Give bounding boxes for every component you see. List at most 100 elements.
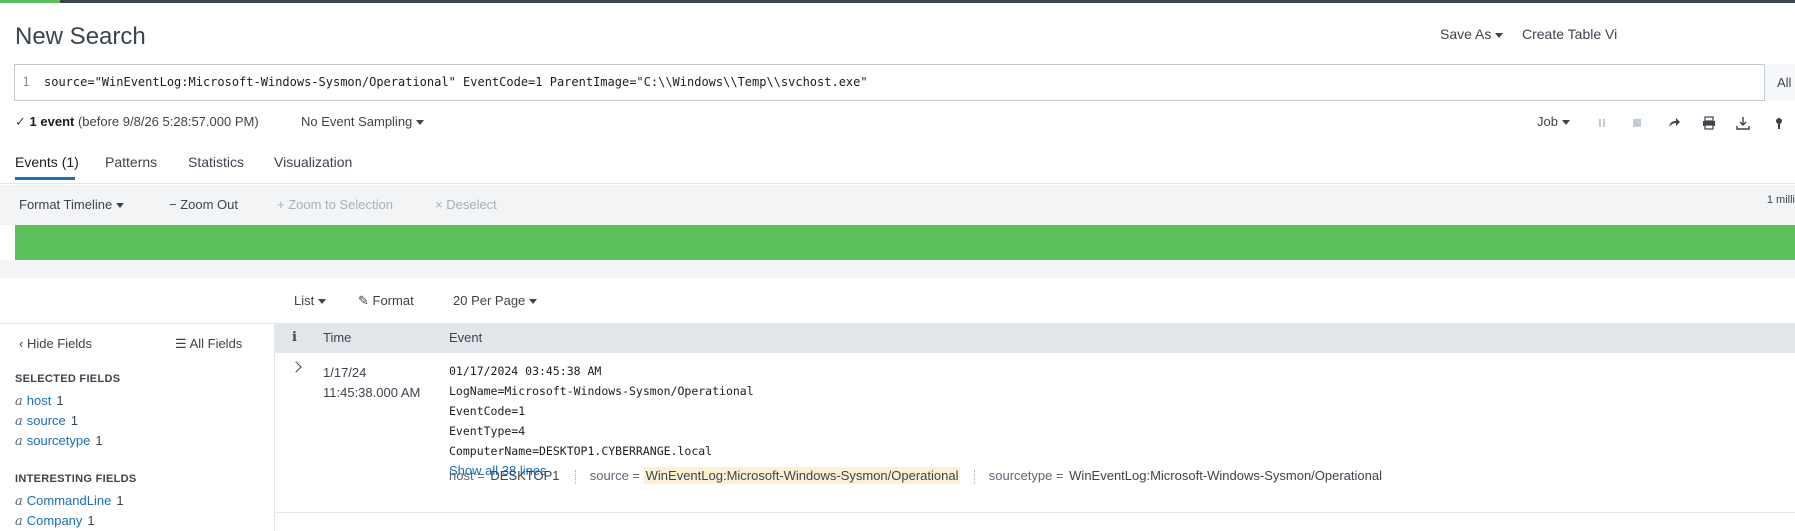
chevron-down-icon xyxy=(318,299,327,305)
stop-icon[interactable] xyxy=(1629,116,1645,130)
all-fields-label: All Fields xyxy=(189,336,243,351)
per-page-dropdown[interactable]: 20 Per Page xyxy=(453,293,538,308)
chevron-down-icon xyxy=(416,120,425,126)
per-page-label: 20 Per Page xyxy=(453,293,526,308)
tab-statistics[interactable]: Statistics xyxy=(188,154,244,170)
event-sampling-dropdown[interactable]: No Event Sampling xyxy=(301,114,425,129)
info-column-header: i xyxy=(292,330,297,345)
pencil-icon: ✎ xyxy=(358,293,373,308)
create-table-view-button[interactable]: Create Table Vi xyxy=(1522,26,1617,42)
smart-mode-icon[interactable] xyxy=(1771,116,1787,130)
event-time: 1/17/24 11:45:38.000 AM xyxy=(323,363,420,403)
timeline-toolbar: Format Timeline − Zoom Out + Zoom to Sel… xyxy=(0,185,1795,225)
sampling-label: No Event Sampling xyxy=(301,114,413,129)
event-line: EventCode=1 xyxy=(449,404,526,418)
event-count: 1 event xyxy=(29,114,75,129)
search-input[interactable]: source="WinEventLog:Microsoft-Windows-Sy… xyxy=(44,65,868,100)
deselect-label: Deselect xyxy=(446,197,497,212)
field-item[interactable]: a CommandLine 1 xyxy=(15,493,124,509)
time-column-header[interactable]: Time xyxy=(323,330,351,345)
field-count: 1 xyxy=(116,493,124,508)
field-name[interactable]: sourcetype xyxy=(27,433,91,448)
results-toolbar: List ✎ Format 20 Per Page xyxy=(0,278,1795,324)
all-fields-button[interactable]: ☰ All Fields xyxy=(175,336,242,352)
field-item[interactable]: a sourcetype 1 xyxy=(15,433,103,449)
tab-visualization[interactable]: Visualization xyxy=(274,154,352,170)
chevron-down-icon xyxy=(1495,32,1504,38)
time-range-picker[interactable]: All xyxy=(1764,64,1795,101)
tab-patterns[interactable]: Patterns xyxy=(105,154,157,170)
format-timeline-button[interactable]: Format Timeline xyxy=(19,197,125,212)
close-icon: × xyxy=(435,197,447,212)
event-clock: 11:45:38.000 AM xyxy=(323,385,421,400)
field-name[interactable]: CommandLine xyxy=(27,493,112,508)
host-value[interactable]: DESKTOP1 xyxy=(488,467,561,484)
hide-fields-label: Hide Fields xyxy=(26,336,92,351)
search-bar[interactable]: 1 source="WinEventLog:Microsoft-Windows-… xyxy=(14,64,1795,101)
field-name[interactable]: host xyxy=(27,393,52,408)
page-header: New Search Save As Create Table Vi xyxy=(0,3,1795,63)
source-key: source = xyxy=(589,468,641,483)
events-table: i Time Event 1/17/24 11:45:38.000 AM 01/… xyxy=(275,323,1795,531)
status-detail: (before 9/8/26 5:28:57.000 PM) xyxy=(77,114,259,129)
print-icon[interactable] xyxy=(1701,116,1717,130)
job-label: Job xyxy=(1537,114,1558,129)
list-view-dropdown[interactable]: List xyxy=(294,293,327,308)
zoom-to-selection-label: Zoom to Selection xyxy=(288,197,393,212)
source-value[interactable]: WinEventLog:Microsoft-Windows-Sysmon/Ope… xyxy=(643,467,961,484)
field-count: 1 xyxy=(87,513,95,528)
string-type-icon: a xyxy=(15,514,23,529)
list-label: List xyxy=(294,293,315,308)
field-name[interactable]: source xyxy=(27,413,66,428)
search-status: ✓ 1 event (before 9/8/26 5:28:57.000 PM) xyxy=(15,114,259,130)
deselect-button[interactable]: × Deselect xyxy=(435,197,497,212)
export-icon[interactable] xyxy=(1735,116,1751,130)
table-row: 1/17/24 11:45:38.000 AM 01/17/2024 03:45… xyxy=(275,353,1795,513)
host-key: host = xyxy=(449,468,485,483)
field-count: 1 xyxy=(95,433,103,448)
zoom-out-button[interactable]: − Zoom Out xyxy=(169,197,238,212)
string-type-icon: a xyxy=(15,494,23,509)
checkmark-icon: ✓ xyxy=(15,114,26,129)
timeline-axis xyxy=(0,260,1795,278)
field-count: 1 xyxy=(70,413,79,428)
page-title: New Search xyxy=(15,23,146,50)
field-item[interactable]: a host 1 xyxy=(15,393,64,409)
expand-row-icon[interactable] xyxy=(290,361,302,373)
chevron-down-icon xyxy=(529,299,538,305)
table-header: i Time Event xyxy=(275,323,1795,353)
event-fields: host = DESKTOP1 source = WinEventLog:Mic… xyxy=(449,467,1384,484)
field-item[interactable]: a source 1 xyxy=(15,413,78,429)
event-line: LogName=Microsoft-Windows-Sysmon/Operati… xyxy=(449,384,754,398)
hide-fields-button[interactable]: ‹ Hide Fields xyxy=(19,336,92,351)
job-menu[interactable]: Job xyxy=(1537,114,1570,129)
share-icon[interactable] xyxy=(1666,116,1682,130)
format-label: Format xyxy=(372,293,414,308)
active-tab-indicator xyxy=(15,177,75,180)
sourcetype-value[interactable]: WinEventLog:Microsoft-Windows-Sysmon/Ope… xyxy=(1067,467,1384,484)
chevron-down-icon xyxy=(116,203,125,209)
line-number: 1 xyxy=(22,75,30,89)
event-line: ComputerName=DESKTOP1.CYBERRANGE.local xyxy=(449,444,713,458)
divider xyxy=(575,469,577,484)
zoom-to-selection-button[interactable]: + Zoom to Selection xyxy=(277,197,393,212)
results-tabs: Events (1) Patterns Statistics Visualiza… xyxy=(0,144,1795,184)
list-icon: ☰ xyxy=(175,336,190,351)
chevron-down-icon xyxy=(1561,120,1570,126)
chevron-left-icon: ‹ xyxy=(19,336,27,351)
save-as-label: Save As xyxy=(1440,26,1492,42)
tab-events[interactable]: Events (1) xyxy=(15,154,79,170)
string-type-icon: a xyxy=(15,394,23,409)
divider xyxy=(974,469,976,484)
timeline-bar[interactable] xyxy=(15,225,1795,260)
field-item[interactable]: a Company 1 xyxy=(15,513,95,529)
save-as-button[interactable]: Save As xyxy=(1440,26,1504,42)
event-column-header: Event xyxy=(449,330,483,345)
pause-icon[interactable] xyxy=(1594,116,1610,130)
minus-icon: − xyxy=(169,197,181,212)
field-name[interactable]: Company xyxy=(27,513,83,528)
zoom-out-label: Zoom Out xyxy=(180,197,239,212)
string-type-icon: a xyxy=(15,414,23,429)
format-button[interactable]: ✎ Format xyxy=(358,293,414,309)
plus-icon: + xyxy=(277,197,289,212)
